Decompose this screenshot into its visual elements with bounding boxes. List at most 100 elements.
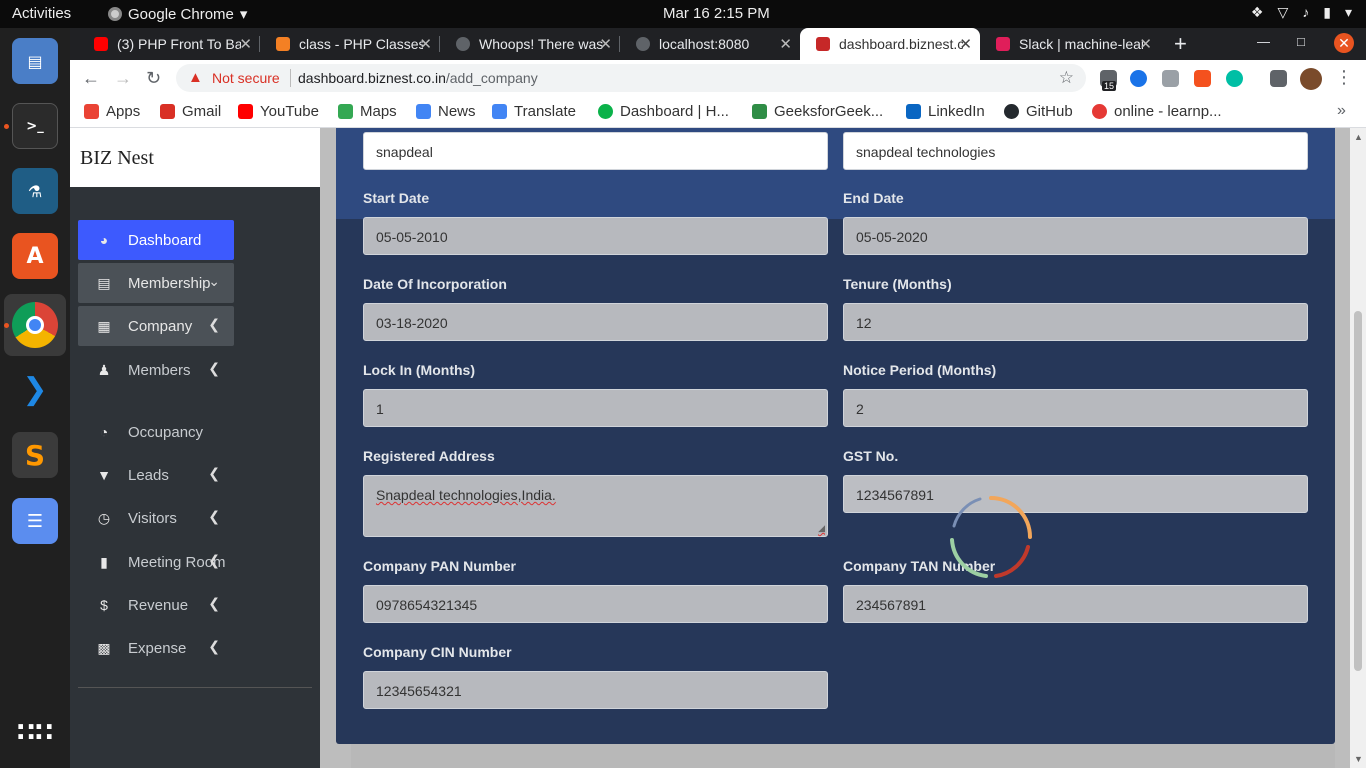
- legal-name-input[interactable]: snapdeal technologies: [843, 132, 1308, 170]
- bookmark-news[interactable]: News: [416, 103, 476, 120]
- maximize-button[interactable]: □: [1297, 34, 1305, 49]
- tab-slack[interactable]: Slack | machine-learning ✕: [980, 28, 1160, 60]
- show-applications-icon[interactable]: ∷∷: [12, 710, 58, 756]
- app-menu[interactable]: Google Chrome ▾: [108, 5, 247, 23]
- nav-revenue[interactable]: $ Revenue ❮: [78, 585, 234, 625]
- bookmark-github[interactable]: GitHub: [1004, 103, 1073, 120]
- warning-icon[interactable]: ▲: [188, 69, 203, 86]
- reading-list-icon[interactable]: [1270, 70, 1287, 87]
- bookmark-maps[interactable]: Maps: [338, 103, 397, 120]
- bookmark-geeksforgeeks[interactable]: GeeksforGeek...: [752, 103, 883, 120]
- volume-icon[interactable]: ♪: [1302, 4, 1309, 21]
- chevron-left-icon: ❮: [208, 638, 220, 654]
- gst-input[interactable]: 1234567891: [843, 475, 1308, 513]
- tasks-icon[interactable]: ☰: [12, 498, 58, 544]
- url-text[interactable]: dashboard.biznest.co.in/add_company: [298, 70, 538, 86]
- cin-input[interactable]: 12345654321: [363, 671, 828, 709]
- pan-input[interactable]: 0978654321345: [363, 585, 828, 623]
- brand-logo[interactable]: BIZ Nest: [70, 128, 320, 187]
- terminal-icon[interactable]: >_: [12, 103, 58, 149]
- chevron-down-icon[interactable]: ▾: [1345, 4, 1352, 21]
- tab-dashboard[interactable]: dashboard.biznest.co.in ✕: [800, 28, 980, 60]
- clock[interactable]: Mar 16 2:15 PM: [663, 5, 770, 22]
- tenure-label: Tenure (Months): [843, 276, 952, 292]
- back-button[interactable]: ←: [82, 68, 100, 89]
- bookmark-star-icon[interactable]: ☆: [1059, 68, 1074, 88]
- tab-strip: (3) PHP Front To Back ✕ class - PHP Clas…: [70, 28, 1366, 60]
- close-icon[interactable]: ✕: [779, 35, 792, 53]
- mysql-workbench-icon[interactable]: ⚗: [12, 168, 58, 214]
- tab-whoops[interactable]: Whoops! There was an error ✕: [440, 28, 620, 60]
- bookmark-dashboard[interactable]: Dashboard | H...: [598, 103, 729, 120]
- scroll-up-icon[interactable]: ▲: [1354, 132, 1363, 142]
- tab-localhost[interactable]: localhost:8080 ✕: [620, 28, 800, 60]
- end-date-input[interactable]: 05-05-2020: [843, 217, 1308, 255]
- close-icon[interactable]: ✕: [959, 35, 972, 53]
- bookmark-youtube[interactable]: YouTube: [238, 103, 319, 120]
- nav-occupancy[interactable]: ◔ Occupancy: [78, 412, 234, 452]
- page-scrollbar[interactable]: ▲ ▼: [1350, 128, 1366, 768]
- tenure-input[interactable]: 12: [843, 303, 1308, 341]
- address-bar[interactable]: ▲ Not secure dashboard.biznest.co.in/add…: [176, 64, 1086, 92]
- nav-dashboard[interactable]: ◕ Dashboard: [78, 220, 234, 260]
- vscode-icon[interactable]: ❯: [12, 366, 58, 412]
- nav-members[interactable]: ♟ Members ❮: [78, 350, 234, 390]
- dollar-icon: $: [100, 597, 108, 613]
- chevron-right-double-icon[interactable]: »: [1337, 102, 1346, 120]
- close-icon[interactable]: ✕: [599, 35, 612, 53]
- nav-visitors[interactable]: ◷ Visitors ❮: [78, 498, 234, 538]
- chrome-icon[interactable]: [12, 302, 58, 348]
- notice-period-input[interactable]: 2: [843, 389, 1308, 427]
- resize-handle-icon[interactable]: ◢: [818, 523, 825, 534]
- learnp-icon: [1092, 104, 1107, 119]
- kebab-menu-icon[interactable]: ⋮: [1335, 67, 1353, 88]
- company-name-input[interactable]: snapdeal: [363, 132, 828, 170]
- scroll-down-icon[interactable]: ▼: [1354, 754, 1363, 764]
- new-tab-button[interactable]: +: [1174, 31, 1187, 57]
- extension-icon[interactable]: [1226, 70, 1243, 87]
- bookmark-learnp[interactable]: online - learnp...: [1092, 103, 1222, 120]
- nav-membership[interactable]: ▤ Membership ⌄: [78, 263, 234, 303]
- close-icon[interactable]: ✕: [419, 35, 432, 53]
- extension-icon[interactable]: [1130, 70, 1147, 87]
- youtube-icon: [94, 37, 108, 51]
- close-icon[interactable]: ✕: [239, 35, 252, 53]
- bookmark-translate[interactable]: Translate: [492, 103, 576, 120]
- system-tray[interactable]: ❖ ▽ ♪ ▮ ▾: [1251, 4, 1352, 21]
- profile-avatar[interactable]: [1300, 68, 1322, 90]
- extension-icon[interactable]: [1162, 70, 1179, 87]
- lock-in-input[interactable]: 1: [363, 389, 828, 427]
- close-window-button[interactable]: ✕: [1334, 33, 1354, 53]
- chevron-left-icon: ❮: [208, 465, 220, 481]
- nav-leads[interactable]: ▼ Leads ❮: [78, 455, 234, 495]
- scrollbar-thumb[interactable]: [1354, 311, 1362, 671]
- tab-php-front-to-back[interactable]: (3) PHP Front To Back ✕: [78, 28, 260, 60]
- tan-input[interactable]: 234567891: [843, 585, 1308, 623]
- registered-address-textarea[interactable]: Snapdeal technologies,India. ◢: [363, 475, 828, 537]
- start-date-input[interactable]: 05-05-2010: [363, 217, 828, 255]
- lock-in-label: Lock In (Months): [363, 362, 475, 378]
- tab-php-classes[interactable]: class - PHP Classes ✕: [260, 28, 440, 60]
- nav-expense[interactable]: ▩ Expense ❮: [78, 628, 234, 668]
- sublime-text-icon[interactable]: S: [12, 432, 58, 478]
- reload-button[interactable]: ↻: [146, 68, 161, 89]
- bookmark-linkedin[interactable]: LinkedIn: [906, 103, 985, 120]
- battery-icon[interactable]: ▮: [1323, 4, 1331, 21]
- app-store-icon[interactable]: A: [12, 233, 58, 279]
- minimize-button[interactable]: —: [1257, 34, 1270, 49]
- incorporation-date-input[interactable]: 03-18-2020: [363, 303, 828, 341]
- chrome-icon: [108, 7, 122, 21]
- megaphone-icon[interactable]: [1194, 70, 1211, 87]
- dock: ▤ >_ ⚗ A ❯ S ☰ ∷∷: [0, 28, 70, 768]
- close-icon[interactable]: ✕: [1139, 35, 1152, 53]
- nav-company[interactable]: ▦ Company ❮: [78, 306, 234, 346]
- files-icon[interactable]: ▤: [12, 38, 58, 84]
- activities-button[interactable]: Activities: [12, 5, 71, 22]
- bookmark-apps[interactable]: Apps: [84, 103, 140, 120]
- accessibility-icon[interactable]: ❖: [1251, 4, 1264, 21]
- nav-meeting-room[interactable]: ▮ Meeting Room ❮: [78, 542, 234, 582]
- wifi-icon[interactable]: ▽: [1277, 4, 1288, 21]
- security-label[interactable]: Not secure: [212, 70, 280, 86]
- bookmark-gmail[interactable]: Gmail: [160, 103, 221, 120]
- forward-button[interactable]: →: [114, 68, 132, 89]
